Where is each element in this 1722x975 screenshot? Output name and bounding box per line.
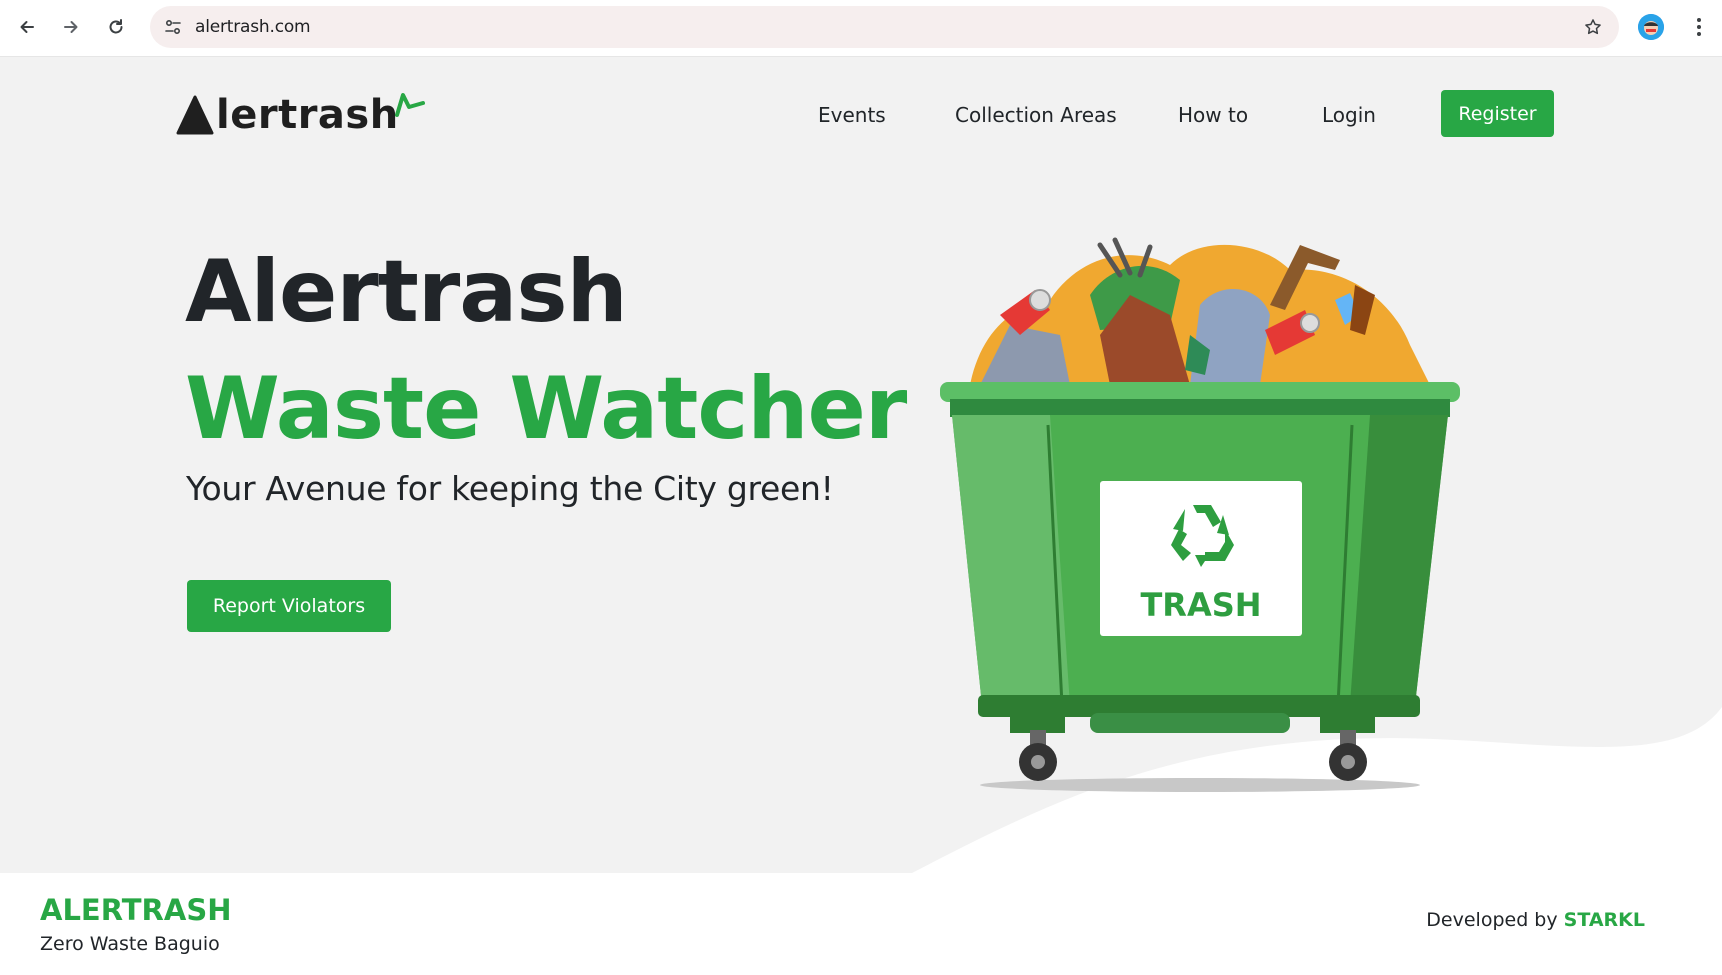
logo-arrow-icon: [394, 93, 425, 117]
reload-icon[interactable]: [101, 12, 131, 42]
nav-how-to[interactable]: How to: [1178, 103, 1248, 127]
logo-text: lertrash: [216, 92, 399, 138]
nav-events[interactable]: Events: [818, 103, 886, 127]
site-info-icon[interactable]: [160, 14, 186, 40]
page-content: lertrash Events Collection Areas How to …: [0, 57, 1722, 873]
wave-decoration: [912, 707, 1722, 873]
nav-login[interactable]: Login: [1322, 103, 1376, 127]
nav-collection-areas[interactable]: Collection Areas: [955, 103, 1117, 127]
hero-title: Alertrash: [185, 242, 628, 342]
trash-bin-illustration: TRASH: [940, 237, 1460, 792]
star-icon[interactable]: [1581, 15, 1605, 39]
url-text[interactable]: alertrash.com: [195, 17, 311, 37]
back-icon[interactable]: [12, 12, 42, 42]
more-icon[interactable]: [1684, 12, 1714, 42]
bin-label: TRASH: [1140, 586, 1261, 624]
footer-tagline: Zero Waste Baguio: [40, 933, 220, 955]
logo-triangle-icon: [176, 95, 214, 135]
address-bar[interactable]: alertrash.com: [150, 6, 1619, 48]
footer-developed-by: Developed by: [1426, 909, 1564, 931]
hero-tagline: Your Avenue for keeping the City green!: [186, 469, 834, 508]
site-logo[interactable]: lertrash: [176, 91, 427, 139]
register-button[interactable]: Register: [1441, 90, 1554, 137]
footer: ALERTRASH Zero Waste Baguio Developed by…: [0, 873, 1722, 975]
forward-icon[interactable]: [56, 12, 86, 42]
footer-developer[interactable]: STARKL: [1564, 909, 1645, 931]
hero-subtitle: Waste Watcher: [185, 359, 907, 459]
browser-toolbar: alertrash.com: [0, 0, 1722, 57]
footer-brand: ALERTRASH: [40, 893, 232, 927]
report-violators-button[interactable]: Report Violators: [187, 580, 391, 632]
footer-credits: Developed by STARKL: [1426, 909, 1645, 931]
profile-avatar[interactable]: [1638, 14, 1664, 40]
